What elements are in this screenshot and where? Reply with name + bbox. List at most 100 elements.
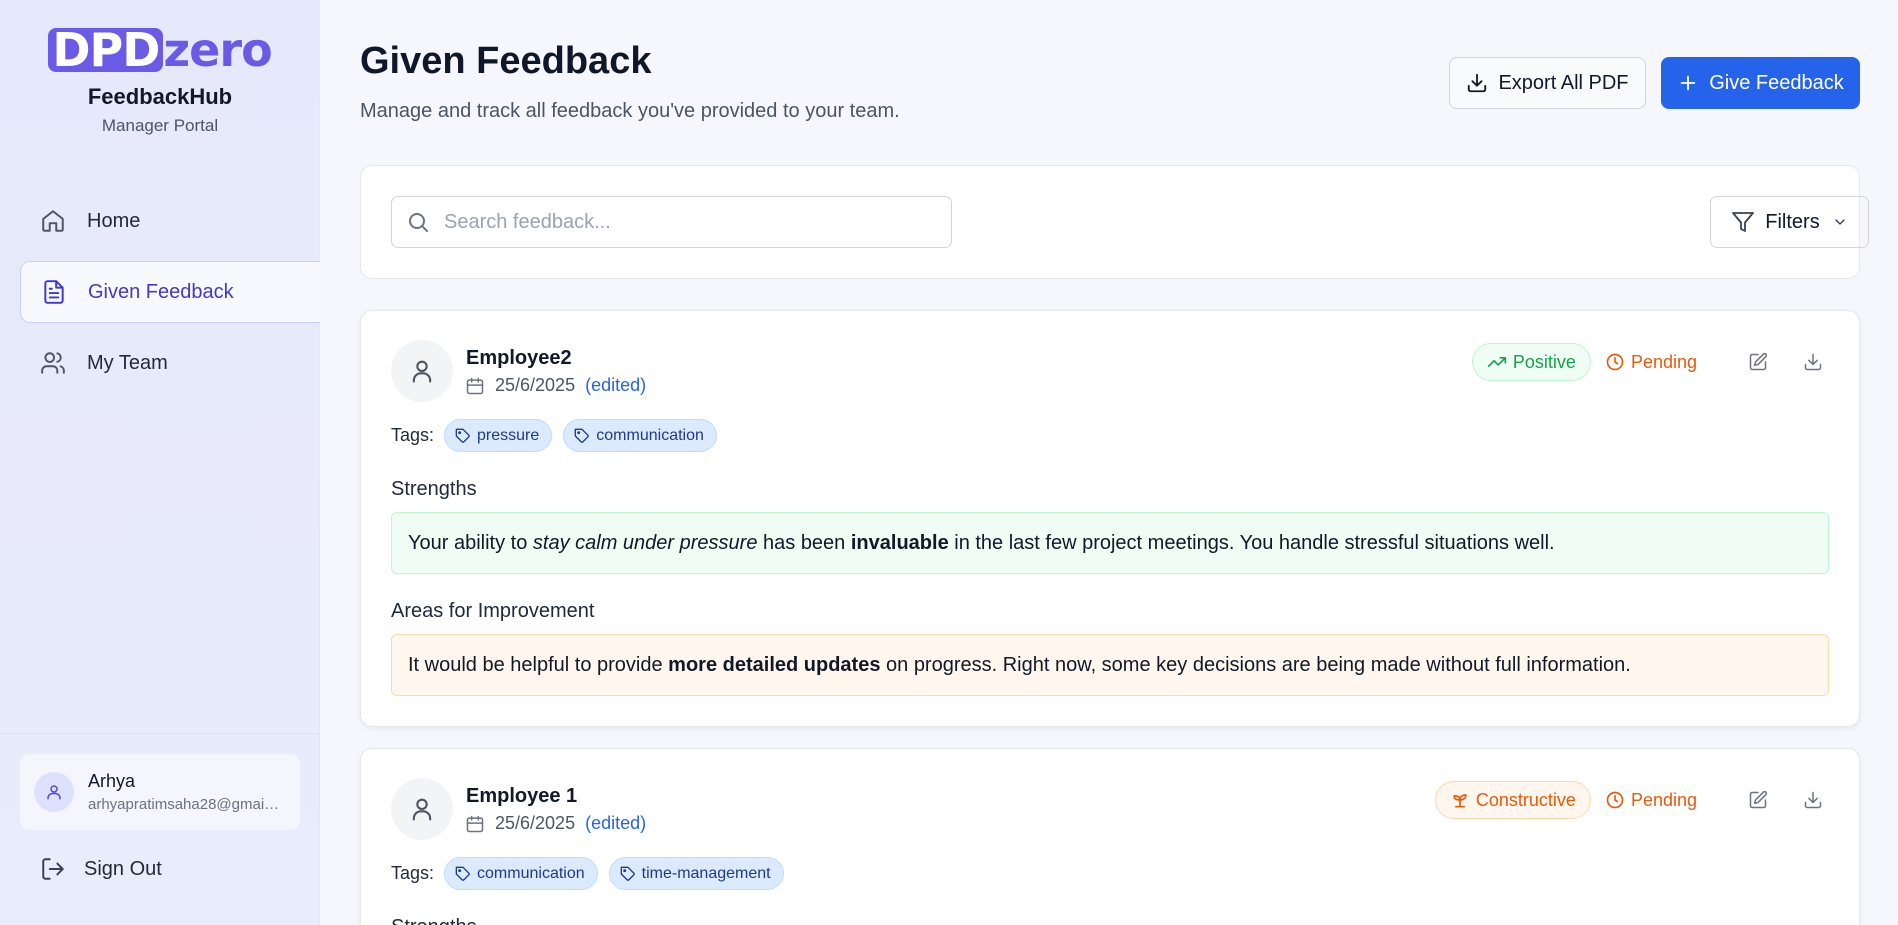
- text-run: on progress. Right now, some key decisio…: [880, 653, 1631, 676]
- give-feedback-button[interactable]: Give Feedback: [1661, 57, 1860, 109]
- tag-label: pressure: [477, 426, 540, 444]
- improvement-heading: Areas for Improvement: [391, 600, 595, 622]
- log-out-icon: [42, 858, 64, 880]
- calendar-icon: [466, 815, 484, 832]
- avatar: [34, 772, 74, 812]
- page-subtitle: Manage and track all feedback you've pro…: [360, 100, 900, 122]
- date-text: 25/6/2025: [495, 375, 576, 395]
- sidebar-item-label: Home: [87, 209, 141, 232]
- text-run: has been: [757, 531, 851, 554]
- clock-icon: [1606, 791, 1624, 809]
- sentiment-label: Constructive: [1475, 789, 1576, 810]
- sign-out-button[interactable]: Sign Out: [40, 856, 162, 882]
- tag[interactable]: time-management: [608, 857, 784, 890]
- tag[interactable]: communication: [444, 857, 598, 890]
- status-label: Pending: [1630, 789, 1697, 810]
- tag-icon: [620, 866, 635, 881]
- tag-label: time-management: [641, 864, 771, 882]
- text-emphasis: stay calm under pressure: [532, 531, 758, 554]
- app-name: FeedbackHub: [87, 84, 233, 109]
- strengths-heading: Strengths: [391, 916, 477, 925]
- edit-icon: [1749, 790, 1768, 809]
- user-name: Arhya: [88, 771, 136, 791]
- tag-icon: [455, 866, 470, 881]
- sidebar: DPD zero FeedbackHub Manager Portal Home …: [0, 0, 320, 925]
- status-badge: Pending: [1605, 352, 1697, 373]
- edit-icon: [1749, 352, 1768, 371]
- search-box[interactable]: [391, 196, 952, 248]
- download-icon: [1804, 353, 1822, 371]
- sidebar-divider: [0, 733, 320, 734]
- sprout-icon: [1453, 794, 1467, 808]
- user-icon: [47, 785, 61, 800]
- brand: DPD zero FeedbackHub Manager Portal: [0, 26, 320, 136]
- edited-label: (edited): [585, 375, 647, 395]
- edit-button[interactable]: [1740, 782, 1776, 818]
- filters-label: Filters: [1765, 210, 1820, 233]
- feedback-card: Employee 1 25/6/2025 (edited) Constructi…: [360, 748, 1860, 925]
- tags-row: Tags: pressure communication: [391, 419, 728, 452]
- download-button[interactable]: [1795, 344, 1831, 380]
- employee-name: Employee 1: [466, 785, 578, 807]
- text-strong: more detailed updates: [668, 653, 881, 676]
- logo-zero: zero: [163, 23, 272, 77]
- sidebar-nav: Home Given Feedback My Team: [20, 190, 320, 403]
- logo-dpd: DPD: [48, 27, 164, 73]
- sidebar-item-my-team[interactable]: My Team: [20, 332, 320, 394]
- user-icon: [412, 798, 432, 821]
- sidebar-item-label: Given Feedback: [88, 280, 234, 303]
- brand-logo[interactable]: DPD zero: [48, 23, 273, 77]
- employee-avatar: [391, 340, 453, 402]
- improvement-text: It would be helpful to provide more deta…: [391, 634, 1829, 696]
- text-strong: invaluable: [850, 531, 949, 554]
- sentiment-label: Positive: [1512, 351, 1576, 372]
- export-label: Export All PDF: [1498, 71, 1629, 94]
- calendar-icon: [466, 377, 484, 394]
- strengths-heading: Strengths: [391, 478, 477, 500]
- sidebar-item-label: My Team: [87, 351, 168, 374]
- strengths-text: Your ability to stay calm under pressure…: [391, 512, 1829, 574]
- sign-out-label: Sign Out: [84, 857, 162, 880]
- trending-up-icon: [1487, 357, 1507, 367]
- download-icon: [1468, 73, 1487, 93]
- employee-avatar: [391, 778, 453, 840]
- feedback-date: 25/6/2025 (edited): [465, 813, 646, 834]
- sidebar-item-home[interactable]: Home: [20, 190, 320, 252]
- chevron-down-icon: [1835, 219, 1845, 225]
- user-card[interactable]: Arhya arhyapratimsaha28@gmail.com: [20, 754, 300, 830]
- status-badge: Pending: [1605, 790, 1697, 811]
- export-all-pdf-button[interactable]: Export All PDF: [1449, 57, 1646, 109]
- text-run: in the last few project meetings. You ha…: [948, 531, 1555, 554]
- edit-button[interactable]: [1740, 344, 1776, 380]
- filters-dropdown[interactable]: Filters: [1710, 196, 1869, 248]
- tag[interactable]: communication: [563, 419, 717, 452]
- filter-icon: [1732, 212, 1755, 232]
- main-content: Given Feedback Manage and track all feed…: [320, 0, 1898, 925]
- feedback-card: Employee2 25/6/2025 (edited) Positive Pe…: [360, 310, 1860, 727]
- tags-row: Tags: communication time-management: [391, 857, 795, 890]
- sentiment-badge: Constructive: [1434, 781, 1591, 819]
- search-panel: Filters: [360, 165, 1869, 279]
- tag-icon: [455, 428, 470, 443]
- search-input[interactable]: [444, 210, 924, 234]
- edited-label: (edited): [585, 813, 647, 833]
- feedback-date: 25/6/2025 (edited): [465, 375, 646, 396]
- home-icon: [42, 210, 64, 232]
- tag[interactable]: pressure: [444, 419, 553, 452]
- search-icon: [409, 213, 428, 232]
- give-feedback-label: Give Feedback: [1709, 71, 1844, 94]
- sentiment-badge: Positive: [1471, 343, 1591, 381]
- date-text: 25/6/2025: [495, 813, 576, 833]
- portal-label: Manager Portal: [101, 116, 219, 135]
- text-run: It would be helpful to provide: [408, 653, 669, 676]
- download-button[interactable]: [1795, 782, 1831, 818]
- employee-name: Employee2: [466, 347, 572, 369]
- clock-icon: [1606, 353, 1624, 371]
- tag-label: communication: [477, 864, 585, 882]
- sidebar-item-given-feedback[interactable]: Given Feedback: [20, 261, 320, 323]
- tags-label: Tags:: [391, 425, 435, 445]
- tag-label: communication: [596, 426, 704, 444]
- card-actions: Constructive Pending: [1434, 781, 1831, 819]
- document-icon: [44, 280, 64, 304]
- tags-label: Tags:: [391, 863, 435, 883]
